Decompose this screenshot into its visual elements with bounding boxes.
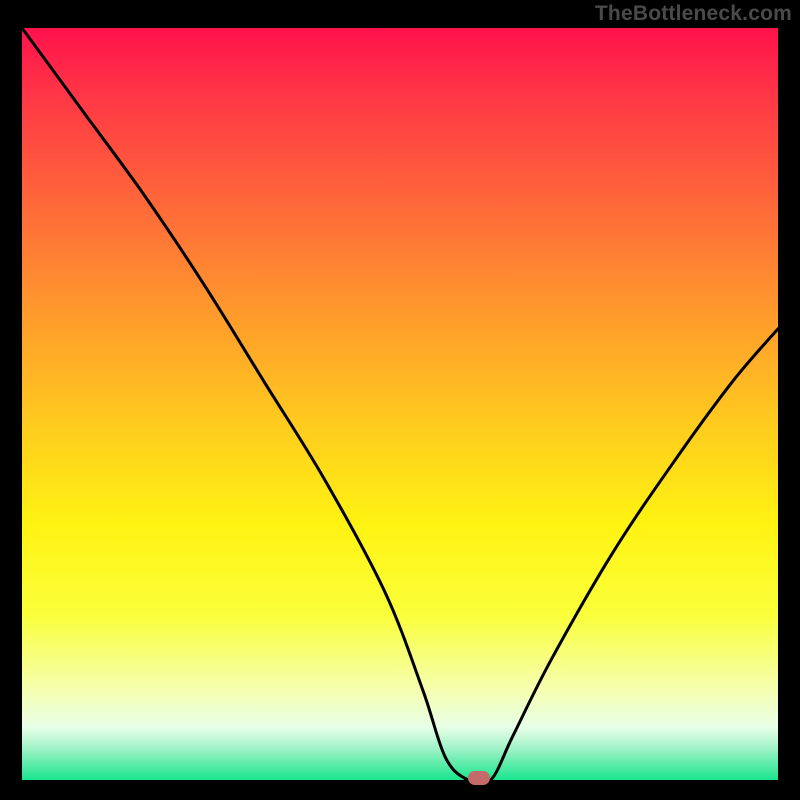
- bottleneck-curve: [22, 28, 778, 780]
- optimal-point-marker: [468, 771, 490, 785]
- chart-frame: TheBottleneck.com: [0, 0, 800, 800]
- plot-area: [22, 28, 778, 780]
- watermark-label: TheBottleneck.com: [595, 2, 792, 26]
